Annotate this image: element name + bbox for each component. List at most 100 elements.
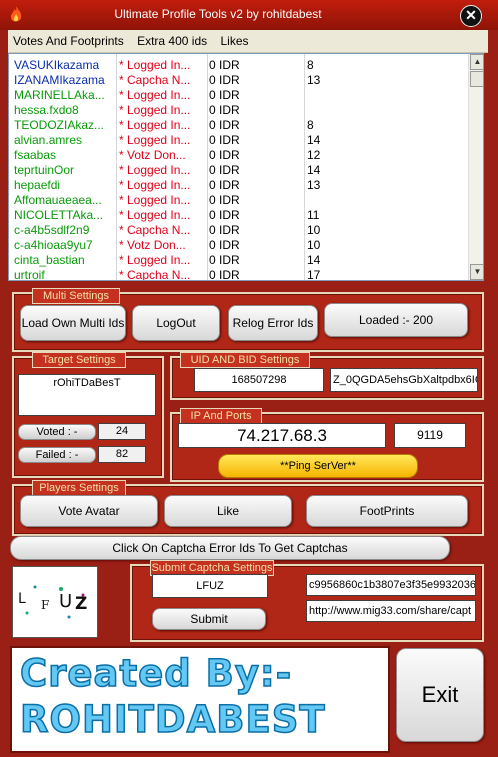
uid-field[interactable]: 168507298 [194,368,324,392]
captcha-image-graphic: L F U Z [18,585,87,619]
account-count: 8 [307,118,314,132]
account-idr: 0 IDR [209,223,240,237]
account-status: * Logged In... [119,118,191,132]
title-bar: Ultimate Profile Tools v2 by rohitdabest… [0,0,498,30]
account-name: c-a4b5sdlf2n9 [14,223,90,237]
multi-settings-panel: Multi Settings Load Own Multi Ids LogOut… [12,288,484,352]
list-item[interactable]: Affomauaeaea... * Logged In... 0 IDR [9,193,467,208]
relog-error-ids-button[interactable]: Relog Error Ids [228,305,318,341]
menu-bar: Votes And Footprints Extra 400 ids Likes [8,30,488,53]
close-button[interactable]: ✕ [460,5,482,27]
ip-ports-panel: IP And Ports 74.217.68.3 9119 **Ping Ser… [170,408,484,482]
players-settings-panel: Players Settings Vote Avatar Like FootPr… [12,480,484,536]
account-count: 13 [307,73,321,87]
list-item[interactable]: fsaabas * Votz Don... 0 IDR 12 [9,148,467,163]
account-count: 8 [307,58,314,72]
list-item[interactable]: c-a4b5sdlf2n9 * Capcha N... 0 IDR 10 [9,223,467,238]
list-item[interactable]: cinta_bastian * Logged In... 0 IDR 14 [9,253,467,268]
account-status: * Logged In... [119,163,191,177]
list-item[interactable]: urtroif * Capcha N... 0 IDR 17 [9,268,467,281]
window-title: Ultimate Profile Tools v2 by rohitdabest [114,7,322,21]
account-idr: 0 IDR [209,253,240,267]
account-idr: 0 IDR [209,103,240,117]
like-button[interactable]: Like [164,495,292,527]
account-idr: 0 IDR [209,148,240,162]
players-settings-title: Players Settings [32,480,126,496]
account-name: c-a4hioaa9yu7 [14,238,93,252]
list-item[interactable]: teprtuinOor * Logged In... 0 IDR 14 [9,163,467,178]
account-idr: 0 IDR [209,163,240,177]
list-item[interactable]: hessa.fxdo8 * Logged In... 0 IDR [9,103,467,118]
accounts-list[interactable]: VASUKIkazama * Logged In... 0 IDR 8 IZANAMIk… [8,53,484,281]
menu-likes[interactable]: Likes [215,30,253,52]
captcha-letter: Z [75,594,87,614]
scroll-up-arrow-icon[interactable]: ▲ [470,54,483,70]
account-name: teprtuinOor [14,163,75,177]
list-item[interactable]: c-a4hioaa9yu7 * Votz Don... 0 IDR 10 [9,238,467,253]
account-status: * Logged In... [119,133,191,147]
scroll-down-arrow-icon[interactable]: ▼ [470,264,483,280]
list-item[interactable]: NICOLETTAka... * Logged In... 0 IDR 11 [9,208,467,223]
load-own-multi-ids-button[interactable]: Load Own Multi Ids [20,305,126,341]
list-item[interactable]: hepaefdi * Logged In... 0 IDR 13 [9,178,467,193]
ip-ports-title: IP And Ports [180,408,262,424]
menu-extra-ids[interactable]: Extra 400 ids [132,30,212,52]
account-count: 13 [307,178,321,192]
footprints-button[interactable]: FootPrints [306,495,468,527]
voted-count: 24 [98,423,146,440]
account-name: hessa.fxdo8 [14,103,79,117]
account-idr: 0 IDR [209,88,240,102]
menu-votes-footprints[interactable]: Votes And Footprints [8,30,129,52]
account-status: * Logged In... [119,253,191,267]
account-status: * Logged In... [119,208,191,222]
list-item[interactable]: MARINELLAka... * Logged In... 0 IDR [9,88,467,103]
account-status: * Logged In... [119,103,191,117]
vote-avatar-button[interactable]: Vote Avatar [20,495,158,527]
account-name: urtroif [14,268,45,281]
account-name: fsaabas [14,148,57,162]
multi-settings-title: Multi Settings [32,288,120,304]
account-count: 17 [307,268,321,281]
account-count: 11 [307,208,320,222]
voted-label: Voted : - [18,424,96,440]
submit-captcha-panel: Submit Captcha Settings LFUZ Submit c995… [130,560,484,642]
captcha-url-field[interactable]: http://www.mig33.com/share/capt [306,600,476,622]
account-name: hepaefdi [14,178,61,192]
ip-address-field[interactable]: 74.217.68.3 [178,423,386,448]
captcha-error-ids-button[interactable]: Click On Captcha Error Ids To Get Captch… [10,536,450,560]
account-count: 14 [307,163,321,177]
loaded-count-button[interactable]: Loaded :- 200 [324,303,468,337]
scroll-thumb[interactable] [470,71,483,87]
bid-field[interactable]: Z_0QGDA5ehsGbXaltpdbx6IC [330,368,478,392]
account-count: 10 [307,223,321,237]
account-status: * Capcha N... [119,268,191,281]
list-item[interactable]: IZANAMIkazama * Capcha N... 0 IDR 13 [9,73,467,88]
account-status: * Capcha N... [119,73,191,87]
captcha-letter: U [59,591,72,612]
account-idr: 0 IDR [209,193,240,207]
submit-captcha-button[interactable]: Submit [152,608,266,630]
list-item[interactable]: TEODOZIAkaz... * Logged In... 0 IDR 8 [9,118,467,133]
target-settings-title: Target Settings [32,352,126,368]
account-count: 14 [307,253,321,267]
account-status: * Logged In... [119,178,191,192]
account-status: * Votz Don... [119,148,186,162]
account-name: alvian.amres [14,133,83,147]
captcha-session-field[interactable]: c9956860c1b3807e3f35e9932036 [306,574,476,596]
list-item[interactable]: VASUKIkazama * Logged In... 0 IDR 8 [9,58,467,73]
captcha-image: L F U Z [12,566,98,638]
account-count: 10 [307,238,321,252]
captcha-letter: L [18,591,26,607]
target-username-field[interactable]: rOhiTDaBesT [18,374,156,416]
captcha-answer-field[interactable]: LFUZ [152,574,268,598]
list-scrollbar[interactable]: ▲ ▼ [468,54,483,280]
account-idr: 0 IDR [209,178,240,192]
list-item[interactable]: alvian.amres * Logged In... 0 IDR 14 [9,133,467,148]
ping-server-button[interactable]: **Ping SerVer** [218,454,418,478]
port-field[interactable]: 9119 [394,423,466,448]
account-status: * Logged In... [119,193,191,207]
account-name: cinta_bastian [14,253,85,267]
exit-button[interactable]: Exit [396,648,484,742]
logout-button[interactable]: LogOut [132,305,220,341]
credits-line-2: ROHITDABEST [19,697,326,742]
